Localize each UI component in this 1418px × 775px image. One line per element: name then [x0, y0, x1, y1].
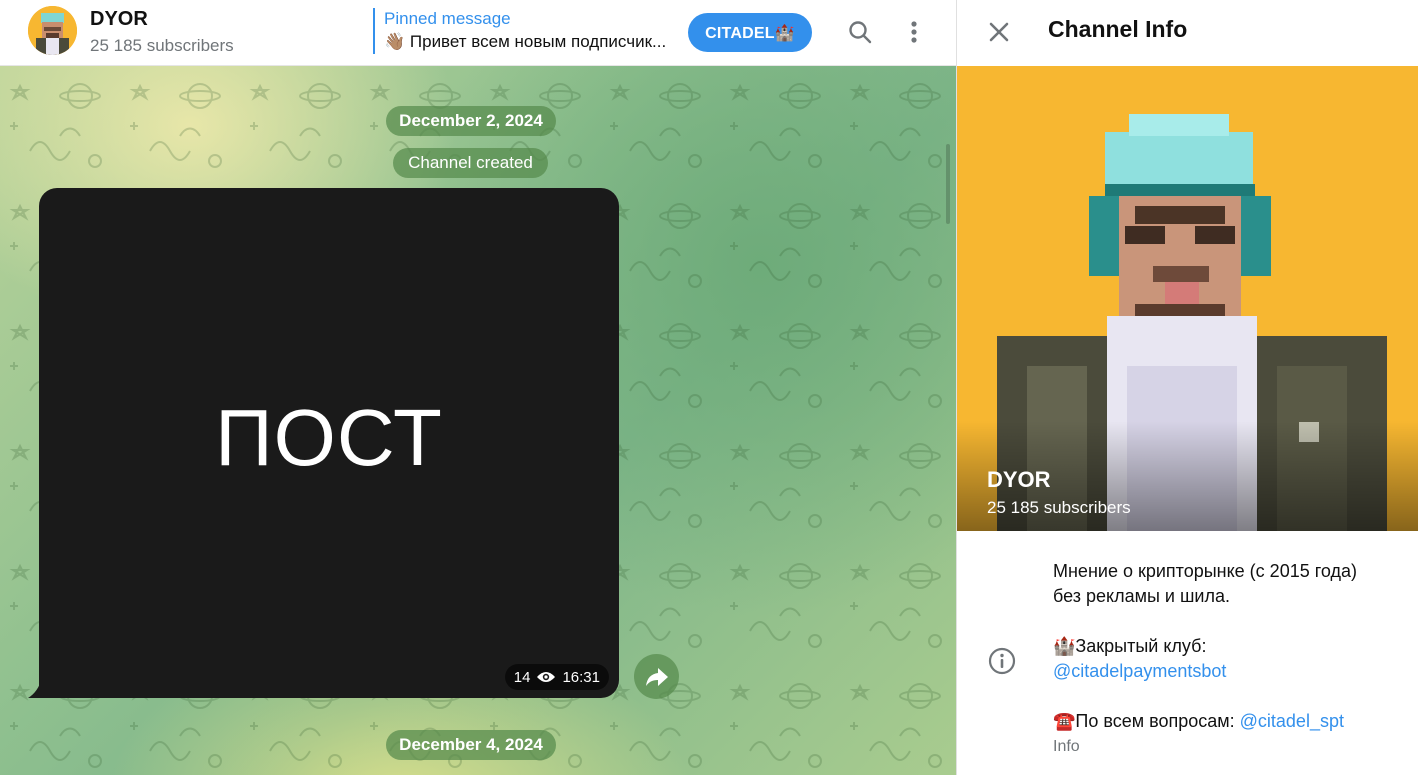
- channel-photo[interactable]: DYOR 25 185 subscribers: [957, 66, 1418, 531]
- photo-subscriber-count: 25 185 subscribers: [987, 498, 1131, 517]
- more-vertical-icon[interactable]: [896, 14, 932, 50]
- post-image-text: ПОСТ: [215, 393, 443, 482]
- scrollbar-thumb[interactable]: [946, 144, 950, 224]
- club-text: 🏰Закрытый клуб:: [1053, 636, 1207, 656]
- eye-icon: [537, 672, 556, 682]
- share-icon[interactable]: [634, 654, 679, 699]
- info-section-label: Info: [1053, 738, 1080, 755]
- date-separator: December 4, 2024: [386, 730, 556, 760]
- contact-link[interactable]: @citadel_spt: [1240, 711, 1344, 731]
- info-icon: [988, 647, 1016, 675]
- service-message: Channel created: [393, 148, 548, 178]
- citadel-button[interactable]: CITADEL🏰: [688, 13, 812, 52]
- view-count: 14: [513, 668, 531, 686]
- contact-text: ☎️По всем вопросам:: [1053, 711, 1240, 731]
- channel-info-panel: Channel Info DYOR 25 185 subscribers Мне…: [956, 0, 1418, 775]
- pinned-message-text: 👋🏽 Привет всем новым подписчик...: [384, 32, 667, 51]
- pinned-message[interactable]: Pinned message 👋🏽 Привет всем новым подп…: [373, 8, 673, 54]
- channel-post[interactable]: ПОСТ 14 16:31: [39, 188, 619, 698]
- club-link[interactable]: @citadelpaymentsbot: [1053, 661, 1226, 681]
- chat-column: DYOR 25 185 subscribers Pinned message 👋…: [0, 0, 956, 775]
- post-time: 16:31: [562, 668, 600, 686]
- subscriber-count: 25 185 subscribers: [90, 36, 234, 55]
- photo-channel-name: DYOR: [987, 467, 1051, 492]
- date-separator: December 2, 2024: [386, 106, 556, 136]
- chat-header: DYOR 25 185 subscribers Pinned message 👋…: [0, 0, 956, 66]
- description-line: без рекламы и шила.: [1053, 586, 1230, 606]
- post-meta: 14 16:31: [504, 664, 609, 690]
- search-icon[interactable]: [842, 14, 878, 50]
- channel-avatar[interactable]: [28, 6, 77, 55]
- pinned-message-label: Pinned message: [384, 9, 511, 28]
- close-icon[interactable]: [981, 14, 1017, 50]
- description-line: Мнение о крипторынке (с 2015 года): [1053, 561, 1358, 581]
- channel-description: Мнение о крипторынке (с 2015 года) без р…: [1053, 559, 1413, 759]
- channel-title[interactable]: DYOR: [90, 8, 148, 31]
- info-title: Channel Info: [1048, 16, 1188, 42]
- info-header: Channel Info: [957, 0, 1418, 66]
